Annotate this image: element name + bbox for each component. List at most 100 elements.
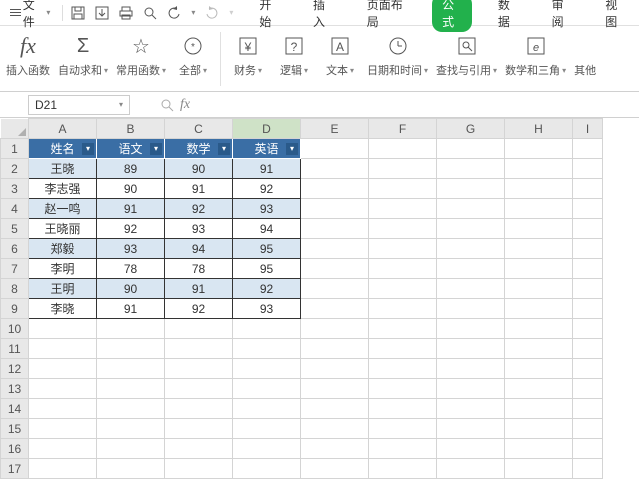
cell-G6[interactable] [437, 239, 505, 259]
cell-C17[interactable] [165, 459, 233, 479]
common-fn-button[interactable]: ☆ 常用函数▾ [112, 30, 170, 78]
cell-G15[interactable] [437, 419, 505, 439]
cell-B8[interactable]: 90 [97, 279, 165, 299]
cell-G3[interactable] [437, 179, 505, 199]
cell-I3[interactable] [573, 179, 603, 199]
cell-D15[interactable] [233, 419, 301, 439]
cell-A1[interactable]: 姓名▾ [29, 139, 97, 159]
cell-C2[interactable]: 90 [165, 159, 233, 179]
cell-I6[interactable] [573, 239, 603, 259]
insert-function-button[interactable]: fx 插入函数 [2, 30, 54, 78]
cell-G5[interactable] [437, 219, 505, 239]
cell-A17[interactable] [29, 459, 97, 479]
cell-I12[interactable] [573, 359, 603, 379]
row-header-10[interactable]: 10 [1, 319, 29, 339]
cell-D14[interactable] [233, 399, 301, 419]
cell-I13[interactable] [573, 379, 603, 399]
cell-E17[interactable] [301, 459, 369, 479]
tab-start[interactable]: 开始 [251, 0, 287, 32]
cell-I11[interactable] [573, 339, 603, 359]
cell-D11[interactable] [233, 339, 301, 359]
cell-G9[interactable] [437, 299, 505, 319]
cell-G1[interactable] [437, 139, 505, 159]
cell-A16[interactable] [29, 439, 97, 459]
cell-D8[interactable]: 92 [233, 279, 301, 299]
file-menu[interactable]: 文件 ▾ [6, 0, 54, 32]
cell-D9[interactable]: 93 [233, 299, 301, 319]
cell-B12[interactable] [97, 359, 165, 379]
finance-button[interactable]: ¥ 财务▾ [225, 30, 271, 78]
spreadsheet-grid[interactable]: ABCDEFGHI1姓名▾语文▾数学▾英语▾2王晓8990913李志强90919… [0, 118, 639, 479]
undo-dropdown-icon[interactable]: ▾ [191, 8, 195, 17]
cell-H11[interactable] [505, 339, 573, 359]
select-all-corner[interactable] [1, 119, 29, 139]
cell-I1[interactable] [573, 139, 603, 159]
cell-H5[interactable] [505, 219, 573, 239]
cell-C7[interactable]: 78 [165, 259, 233, 279]
cell-A11[interactable] [29, 339, 97, 359]
cell-A4[interactable]: 赵一鸣 [29, 199, 97, 219]
cell-I7[interactable] [573, 259, 603, 279]
cell-E8[interactable] [301, 279, 369, 299]
cell-G8[interactable] [437, 279, 505, 299]
cell-D1[interactable]: 英语▾ [233, 139, 301, 159]
cell-I15[interactable] [573, 419, 603, 439]
formula-input-area[interactable]: fx [160, 97, 190, 113]
cell-G16[interactable] [437, 439, 505, 459]
cell-D6[interactable]: 95 [233, 239, 301, 259]
cell-C5[interactable]: 93 [165, 219, 233, 239]
cell-B4[interactable]: 91 [97, 199, 165, 219]
cell-A10[interactable] [29, 319, 97, 339]
name-box[interactable]: D21 ▾ [28, 95, 130, 115]
tab-view[interactable]: 视图 [597, 0, 633, 32]
tab-data[interactable]: 数据 [490, 0, 526, 32]
other-button[interactable]: 其他 [570, 30, 600, 78]
cell-B5[interactable]: 92 [97, 219, 165, 239]
cell-C12[interactable] [165, 359, 233, 379]
cell-E9[interactable] [301, 299, 369, 319]
row-header-4[interactable]: 4 [1, 199, 29, 219]
cell-E13[interactable] [301, 379, 369, 399]
tab-layout[interactable]: 页面布局 [359, 0, 414, 32]
cell-D5[interactable]: 94 [233, 219, 301, 239]
cell-D3[interactable]: 92 [233, 179, 301, 199]
cell-G10[interactable] [437, 319, 505, 339]
cell-G13[interactable] [437, 379, 505, 399]
cell-E16[interactable] [301, 439, 369, 459]
cell-F11[interactable] [369, 339, 437, 359]
save-icon[interactable] [71, 6, 85, 20]
cell-B6[interactable]: 93 [97, 239, 165, 259]
all-fn-button[interactable]: * 全部▾ [170, 30, 216, 78]
col-header-G[interactable]: G [437, 119, 505, 139]
redo-icon[interactable] [205, 6, 219, 20]
cell-A13[interactable] [29, 379, 97, 399]
cell-E1[interactable] [301, 139, 369, 159]
cell-C15[interactable] [165, 419, 233, 439]
cell-E10[interactable] [301, 319, 369, 339]
tab-review[interactable]: 审阅 [544, 0, 580, 32]
row-header-13[interactable]: 13 [1, 379, 29, 399]
cell-H9[interactable] [505, 299, 573, 319]
row-header-2[interactable]: 2 [1, 159, 29, 179]
col-header-D[interactable]: D [233, 119, 301, 139]
cell-H14[interactable] [505, 399, 573, 419]
datetime-button[interactable]: 日期和时间▾ [363, 30, 432, 78]
cell-E14[interactable] [301, 399, 369, 419]
cell-C1[interactable]: 数学▾ [165, 139, 233, 159]
tab-insert[interactable]: 插入 [305, 0, 341, 32]
cell-F9[interactable] [369, 299, 437, 319]
save-as-icon[interactable] [95, 6, 109, 20]
cell-E6[interactable] [301, 239, 369, 259]
cell-B11[interactable] [97, 339, 165, 359]
cell-A5[interactable]: 王晓丽 [29, 219, 97, 239]
cell-H3[interactable] [505, 179, 573, 199]
row-header-9[interactable]: 9 [1, 299, 29, 319]
cell-E15[interactable] [301, 419, 369, 439]
cell-F13[interactable] [369, 379, 437, 399]
cell-D4[interactable]: 93 [233, 199, 301, 219]
text-button[interactable]: A 文本▾ [317, 30, 363, 78]
cell-F10[interactable] [369, 319, 437, 339]
lookup-button[interactable]: 查找与引用▾ [432, 30, 501, 78]
cell-B16[interactable] [97, 439, 165, 459]
cell-F6[interactable] [369, 239, 437, 259]
